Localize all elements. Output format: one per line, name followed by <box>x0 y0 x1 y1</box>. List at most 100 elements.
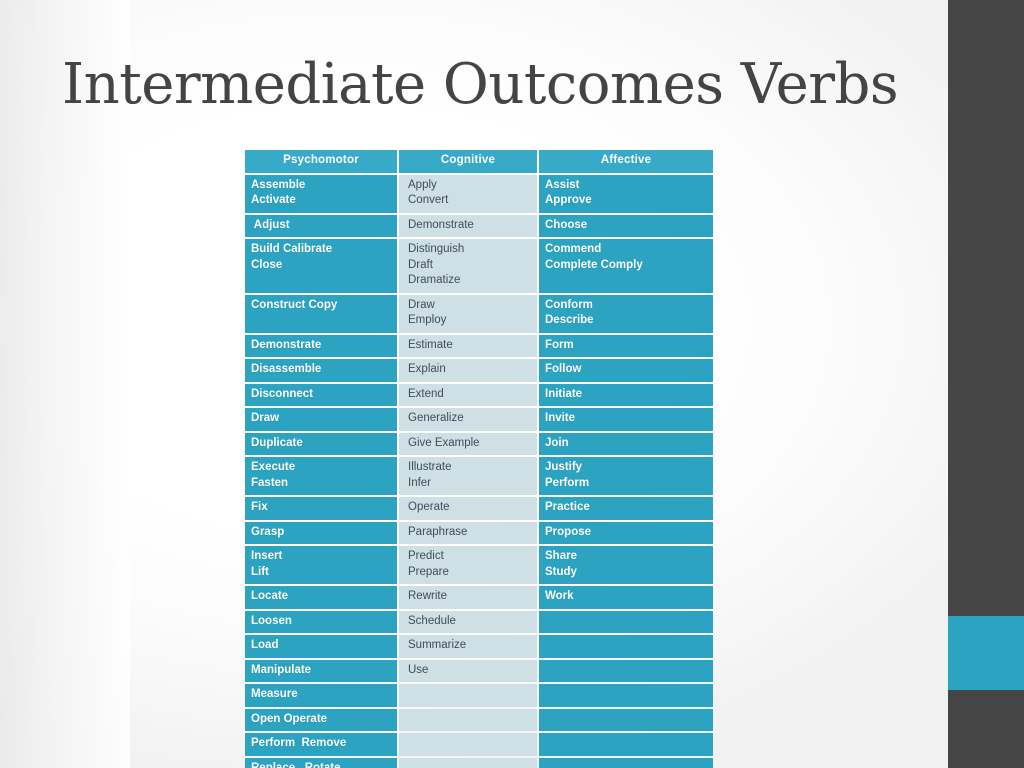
table-cell-affective: Assist Approve <box>539 174 713 213</box>
verb-label: Approve <box>545 194 592 206</box>
table-cell-psychomotor: Demonstrate <box>245 334 397 357</box>
table-body: Assemble Activate Apply Convert Assist Approv… <box>245 174 713 768</box>
slide-canvas: Intermediate Outcomes Verbs Psychomotor … <box>0 0 1024 768</box>
verb-label: Follow <box>545 363 582 375</box>
verb-label: Employ <box>408 314 447 326</box>
table-row: Draw Generalize Invite <box>245 408 713 431</box>
verb-label: Build Calibrate <box>251 243 333 255</box>
verb-label: Manipulate <box>251 663 312 676</box>
verb-label: Apply <box>408 178 437 191</box>
verb-label: Measure <box>251 688 298 700</box>
table-cell-psychomotor: Measure <box>245 684 397 707</box>
verb-label: Generalize <box>408 412 464 424</box>
verb-label: Complete Comply <box>545 258 643 271</box>
table-cell-psychomotor: Disconnect <box>245 383 397 406</box>
verb-label: Practice <box>545 501 590 513</box>
table-cell-cognitive <box>399 684 537 707</box>
table-cell-affective: Initiate <box>539 383 713 406</box>
verb-label: Duplicate <box>251 436 303 449</box>
table-cell-psychomotor: Open Operate <box>245 708 397 731</box>
verb-label: Perform Remove <box>251 737 347 749</box>
verb-label: Construct Copy <box>251 298 338 311</box>
verb-label: Disconnect <box>251 387 313 400</box>
table-cell-cognitive: Explain <box>399 359 537 382</box>
verb-label: Adjust <box>251 218 290 231</box>
verb-label: Conform <box>545 298 593 311</box>
column-header-cognitive: Cognitive <box>399 150 537 173</box>
table-row: Grasp Paraphrase Propose <box>245 521 713 544</box>
table-cell-cognitive <box>399 757 537 768</box>
table-cell-psychomotor: Assemble Activate <box>245 174 397 213</box>
table-cell-affective: Propose <box>539 521 713 544</box>
verb-label: Work <box>545 590 574 602</box>
table-cell-psychomotor: Draw <box>245 408 397 431</box>
table-row: Assemble Activate Apply Convert Assist Approv… <box>245 174 713 213</box>
table-header-row: Psychomotor Cognitive Affective <box>245 150 713 173</box>
table-cell-cognitive <box>399 733 537 756</box>
table-row: Open Operate <box>245 708 713 731</box>
table-cell-cognitive: Estimate <box>399 334 537 357</box>
table-cell-cognitive: Predict Prepare <box>399 546 537 584</box>
table-cell-affective <box>539 610 713 633</box>
verb-label: Distinguish <box>408 243 465 255</box>
table-cell-affective: Choose <box>539 214 713 237</box>
table-cell-cognitive: Apply Convert <box>399 174 537 213</box>
verb-label: Join <box>545 436 569 449</box>
verb-label: Grasp <box>251 525 285 538</box>
table-cell-affective: Follow <box>539 359 713 382</box>
verb-label: Load <box>251 639 279 651</box>
table-cell-psychomotor: Duplicate <box>245 432 397 455</box>
table-cell-cognitive: Schedule <box>399 610 537 633</box>
table-row: Construct Copy Draw Employ Conform Describe <box>245 294 713 333</box>
verb-label: Fix <box>251 501 268 513</box>
table-cell-affective: Justify Perform <box>539 457 713 495</box>
table-cell-cognitive: Use <box>399 659 537 682</box>
table-cell-affective <box>539 659 713 682</box>
table-cell-psychomotor: Build Calibrate Close <box>245 239 397 293</box>
table-row: Locate Rewrite Work <box>245 586 713 609</box>
table-cell-affective: Invite <box>539 408 713 431</box>
verb-label: Choose <box>545 218 588 231</box>
table-row: Insert Lift Predict Prepare Share Study <box>245 546 713 584</box>
table-cell-psychomotor: Adjust <box>245 214 397 237</box>
table-row: Perform Remove <box>245 733 713 756</box>
verb-label: Disassemble <box>251 363 322 375</box>
verb-label: Locate <box>251 590 289 602</box>
verb-label: Invite <box>545 412 576 424</box>
verb-label: Describe <box>545 314 594 326</box>
table-cell-affective: Work <box>539 586 713 609</box>
table-row: Disassemble Explain Follow <box>245 359 713 382</box>
verb-label: Assemble <box>251 178 306 191</box>
table-row: Build Calibrate Close Distinguish Draft Dram… <box>245 239 713 293</box>
table-row: Manipulate Use <box>245 659 713 682</box>
verb-label: Justify <box>545 461 583 473</box>
verb-label: Summarize <box>408 639 467 651</box>
verb-label: Lift <box>251 565 269 578</box>
verb-label: Demonstrate <box>251 338 322 351</box>
table-cell-psychomotor: Loosen <box>245 610 397 633</box>
table-row: Duplicate Give Example Join <box>245 432 713 455</box>
table-cell-cognitive: Generalize <box>399 408 537 431</box>
table-cell-psychomotor: Execute Fasten <box>245 457 397 495</box>
verb-label: Draft <box>408 258 433 271</box>
verb-label: Commend <box>545 243 602 255</box>
table-row: Load Summarize <box>245 635 713 658</box>
table-cell-affective <box>539 733 713 756</box>
verb-label: Insert <box>251 550 283 562</box>
table-row: Execute Fasten Illustrate Infer Justify Perfo… <box>245 457 713 495</box>
verb-label: Give Example <box>408 436 480 449</box>
table-cell-psychomotor: Perform Remove <box>245 733 397 756</box>
verb-label: Activate <box>251 194 296 206</box>
table-row: Fix Operate Practice <box>245 497 713 520</box>
table-cell-cognitive: Summarize <box>399 635 537 658</box>
right-accent-block <box>948 616 1024 690</box>
table-row: Disconnect Extend Initiate <box>245 383 713 406</box>
table-cell-affective <box>539 708 713 731</box>
table-cell-cognitive: Give Example <box>399 432 537 455</box>
table-row: Demonstrate Estimate Form <box>245 334 713 357</box>
verb-label: Replace Rotate <box>251 761 341 768</box>
verb-label: Perform <box>545 476 590 489</box>
table-row: Replace Rotate <box>245 757 713 768</box>
table-cell-affective: Conform Describe <box>539 294 713 333</box>
verb-label: Share <box>545 550 577 562</box>
